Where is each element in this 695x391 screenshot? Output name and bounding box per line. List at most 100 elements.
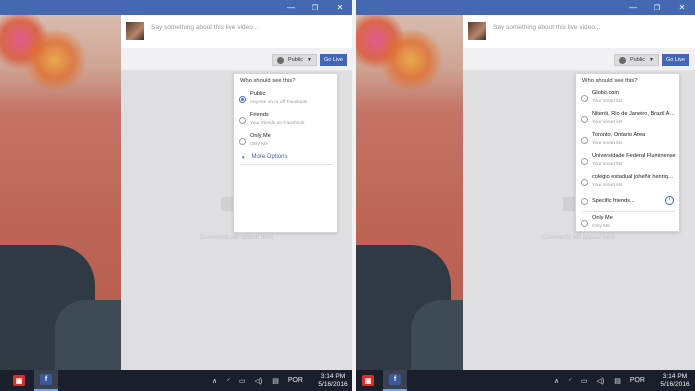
privacy-button[interactable]: Public ▼ — [614, 54, 659, 66]
taskbar-camera-app[interactable]: ▣ — [356, 370, 380, 391]
clock-date: 5/16/2016 — [660, 381, 690, 388]
option-subtitle: Your smart list — [592, 183, 623, 188]
camera-preview — [0, 0, 121, 370]
facebook-icon: f — [389, 374, 401, 385]
option-title: Public — [250, 91, 266, 97]
globe-icon — [277, 56, 284, 64]
clock[interactable]: 3:14 PM 5/16/2016 — [316, 373, 350, 389]
status-input[interactable]: Say something about this live video... — [493, 24, 600, 31]
live-panel: Say something about this live video... P… — [121, 15, 352, 370]
taskbar-facebook-app[interactable]: f — [383, 370, 407, 391]
option-smart-list[interactable]: Niterói, Rio de Janeiro, Brazil Area You… — [576, 111, 679, 125]
privacy-dropdown-expanded: Who should see this? Globo.com Your smar… — [575, 73, 680, 232]
close-button[interactable]: ✕ — [670, 0, 694, 15]
live-controls: Public ▼ Go Live — [463, 48, 695, 71]
option-only-me[interactable]: Only Me Only Me — [576, 215, 679, 229]
clock-time: 3:14 PM — [320, 373, 346, 380]
go-live-button[interactable]: Go Live — [320, 54, 347, 66]
option-subtitle: Only Me — [250, 142, 268, 147]
option-title: Niterói, Rio de Janeiro, Brazil Area — [592, 111, 676, 117]
volume-icon[interactable]: ◁) — [596, 377, 604, 385]
radio-icon — [581, 137, 588, 144]
radio-icon — [581, 158, 588, 165]
status-input[interactable]: Say something about this live video... — [151, 24, 258, 31]
maximize-button[interactable]: ❐ — [303, 0, 327, 15]
option-title: Only Me — [592, 215, 613, 221]
radio-icon — [581, 179, 588, 186]
window-titlebar: — ❐ ✕ — [0, 0, 352, 15]
action-center-icon[interactable]: ▤ — [614, 377, 621, 385]
avatar — [126, 22, 144, 40]
option-smart-list[interactable]: Universidade Federal Fluminense Your sma… — [576, 153, 679, 167]
divider — [582, 211, 675, 212]
battery-icon[interactable]: ▭ — [239, 377, 246, 385]
network-icon[interactable]: ◜ — [569, 377, 572, 385]
radio-icon — [239, 138, 246, 145]
battery-icon[interactable]: ▭ — [581, 377, 588, 385]
option-subtitle: Your smart list — [592, 162, 623, 167]
option-subtitle: Your smart list — [592, 120, 623, 125]
privacy-button[interactable]: Public ▼ — [272, 54, 317, 66]
maximize-button[interactable]: ❐ — [645, 0, 669, 15]
radio-icon — [581, 116, 588, 123]
volume-icon[interactable]: ◁) — [254, 377, 262, 385]
dropdown-header: Who should see this? — [240, 78, 296, 84]
composer: Say something about this live video... — [463, 15, 695, 48]
taskbar-camera-app[interactable]: ▣ — [7, 370, 31, 391]
radio-icon — [581, 198, 588, 205]
caret-down-icon: ▼ — [307, 57, 312, 63]
more-options-label: More Options — [251, 154, 288, 160]
language-indicator[interactable]: POR — [630, 377, 645, 384]
option-specific-friends[interactable]: Specific friends... — [576, 198, 679, 205]
action-center-icon[interactable]: ▤ — [272, 377, 279, 385]
option-subtitle: Your smart list — [592, 141, 623, 146]
option-title: Friends — [250, 112, 269, 118]
radio-icon — [581, 220, 588, 227]
facebook-icon: f — [40, 374, 52, 385]
right-screen: — ❐ ✕ Say something about this live vide… — [356, 0, 695, 391]
close-button[interactable]: ✕ — [328, 0, 352, 15]
live-panel: Say something about this live video... P… — [463, 15, 695, 370]
taskbar: ▣ f ∧ ◜ ▭ ◁) ▤ POR 3:14 PM 5/16/2016 — [0, 370, 352, 391]
option-title: Globo.com — [592, 90, 620, 96]
minimize-button[interactable]: — — [621, 0, 645, 15]
chevron-up-icon[interactable]: ∧ — [554, 377, 559, 385]
option-smart-list[interactable]: colegio estadual joheñir henrique... You… — [576, 174, 679, 188]
camera-preview — [356, 0, 463, 370]
privacy-dropdown: Who should see this? Public Anyone on or… — [233, 73, 338, 233]
option-subtitle: Anyone on or off Facebook — [250, 100, 308, 105]
option-only-me[interactable]: Only Me Only Me — [234, 133, 337, 147]
window-titlebar: — ❐ ✕ — [356, 0, 695, 15]
network-icon[interactable]: ◜ — [227, 377, 230, 385]
chevron-up-icon[interactable]: ∧ — [212, 377, 217, 385]
minimize-button[interactable]: — — [279, 0, 303, 15]
clock-time: 3:14 PM — [662, 373, 688, 380]
radio-icon — [581, 95, 588, 102]
divider — [240, 164, 333, 165]
clock[interactable]: 3:14 PM 5/16/2016 — [658, 373, 692, 389]
taskbar-facebook-app[interactable]: f — [34, 370, 58, 391]
radio-selected-icon — [239, 96, 246, 103]
triangle-down-icon: ▼ — [241, 154, 246, 160]
dropdown-header: Who should see this? — [582, 78, 638, 84]
option-smart-list[interactable]: Globo.com Your smart list — [576, 90, 679, 104]
option-public[interactable]: Public Anyone on or off Facebook — [234, 91, 337, 105]
privacy-label: Public — [630, 57, 645, 63]
more-options-link[interactable]: ▼ More Options — [240, 154, 287, 160]
option-title: Universidade Federal Fluminense — [592, 153, 676, 159]
go-live-button[interactable]: Go Live — [662, 54, 689, 66]
live-controls: Public ▼ Go Live — [121, 48, 352, 71]
globe-icon — [619, 56, 626, 64]
chevron-right-icon[interactable]: › — [665, 196, 674, 205]
system-tray: ∧ ◜ ▭ ◁) ▤ POR — [554, 370, 645, 391]
privacy-label: Public — [288, 57, 303, 63]
radio-icon — [239, 117, 246, 124]
option-smart-list[interactable]: Toronto, Ontario Area Your smart list — [576, 132, 679, 146]
empty-comments-text: Comments will appear here — [200, 235, 274, 241]
language-indicator[interactable]: POR — [288, 377, 303, 384]
clock-date: 5/16/2016 — [318, 381, 348, 388]
caret-down-icon: ▼ — [649, 57, 654, 63]
option-friends[interactable]: Friends Your friends on Facebook — [234, 112, 337, 126]
option-title: Only Me — [250, 133, 271, 139]
option-subtitle: Only Me — [592, 224, 610, 229]
